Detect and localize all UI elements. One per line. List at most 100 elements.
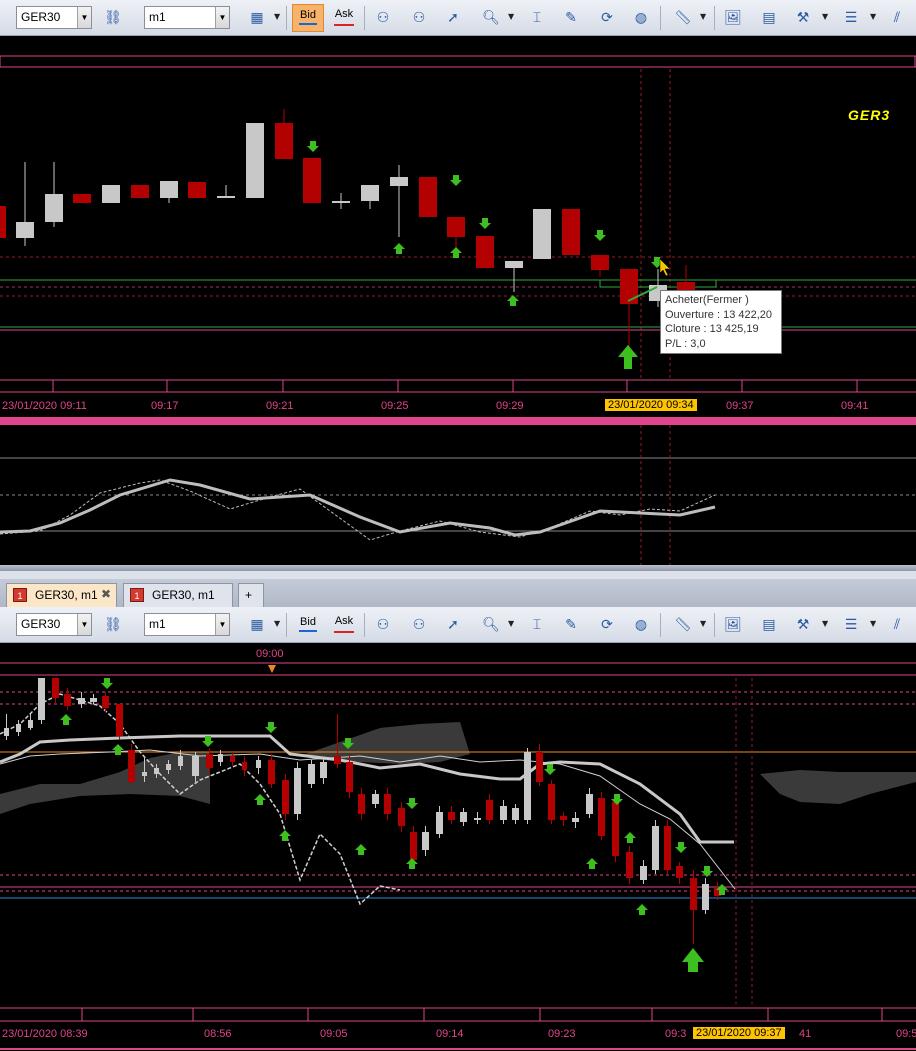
buy-arrow-icon	[254, 794, 266, 805]
globe-icon[interactable]: ◍	[628, 612, 654, 638]
drawing-tools-icon[interactable]: ⚒	[790, 612, 816, 638]
cursor-icon[interactable]: ➚	[440, 612, 466, 638]
time-label: 09:25	[381, 400, 409, 412]
top-price-chart[interactable]: GER3 Acheter(Fermer ) Ouverture : 13 422…	[0, 37, 916, 419]
symbol-select[interactable]: GER30 ▼	[16, 6, 92, 29]
toolbar-divider	[286, 613, 287, 637]
ask-button[interactable]: Ask	[328, 611, 360, 639]
bull-candle	[38, 678, 45, 720]
add-tab-button[interactable]: +	[238, 583, 264, 607]
link-icon[interactable]: ⛓	[100, 612, 126, 638]
indicators-icon[interactable]: ☰	[838, 5, 864, 31]
chevron-down-icon[interactable]: ▼	[508, 12, 514, 21]
toolbar-divider	[660, 6, 661, 30]
bull-candle	[436, 812, 443, 834]
chevron-down-icon[interactable]: ▼	[274, 12, 280, 21]
chevron-down-icon[interactable]: ▼	[822, 619, 828, 628]
bull-candle	[28, 720, 33, 728]
top-signal-arrows	[307, 141, 663, 306]
bear-candle	[560, 816, 567, 820]
bull-candle	[78, 698, 85, 704]
sell-order-icon[interactable]: ⚇	[406, 612, 432, 638]
bear-candle	[676, 866, 683, 878]
refresh-icon[interactable]: ⟳	[594, 612, 620, 638]
sell-arrow-icon	[594, 230, 606, 241]
image-icon[interactable]: 🖼︎	[720, 5, 746, 31]
indicators-icon[interactable]: ☰	[838, 612, 864, 638]
chevron-down-icon[interactable]: ▼	[870, 12, 876, 21]
plus-icon: +	[245, 588, 253, 602]
bid-label: Bid	[300, 616, 316, 628]
bear-candle	[448, 812, 455, 820]
bear-candle	[206, 754, 213, 768]
bear-candle	[131, 185, 149, 198]
bear-candle	[620, 269, 638, 304]
chevron-down-icon[interactable]: ▼	[274, 619, 280, 628]
timeframe-select[interactable]: m1 ▼	[144, 613, 230, 636]
chart-tab-icon: 1	[130, 588, 144, 602]
zoom-icon[interactable]: 🔍︎	[478, 612, 504, 638]
fibonacci-icon[interactable]: ⫽	[884, 612, 910, 638]
chevron-down-icon[interactable]: ▼	[870, 619, 876, 628]
bid-button[interactable]: Bid	[292, 4, 324, 32]
sell-order-icon[interactable]: ⚇	[406, 5, 432, 31]
window-gap	[0, 571, 916, 579]
bull-candle	[640, 866, 647, 880]
buy-arrow-icon	[450, 247, 462, 258]
cursor-icon[interactable]: ➚	[440, 5, 466, 31]
ruler-icon[interactable]: 📏︎	[670, 612, 696, 638]
close-icon[interactable]: ✖	[101, 587, 111, 601]
chevron-down-icon[interactable]: ▼	[700, 619, 706, 628]
tooltip-pl: P/L : 3,0	[665, 337, 706, 350]
buy-arrow-icon	[279, 830, 291, 841]
bull-candle	[16, 724, 21, 732]
buy-order-icon[interactable]: ⚇	[370, 612, 396, 638]
chevron-down-icon[interactable]: ▼	[822, 12, 828, 21]
tab-ger30-m1-active[interactable]: 1 GER30, m1 ✖	[6, 583, 117, 607]
bottom-price-chart[interactable]: 09:00 23/01/2020 08:39 08:56 09:05 09:14…	[0, 644, 916, 1051]
bull-candle	[166, 764, 171, 770]
chevron-down-icon[interactable]: ▼	[700, 12, 706, 21]
bear-candle	[384, 794, 391, 814]
zoom-icon[interactable]: 🔍︎	[478, 5, 504, 31]
template-icon[interactable]: ▤	[756, 5, 782, 31]
sell-arrow-icon	[544, 764, 556, 775]
drawing-tools-icon[interactable]: ⚒	[790, 5, 816, 31]
tab-ger30-m1[interactable]: 1 GER30, m1	[123, 583, 233, 607]
link-icon[interactable]: ⛓	[100, 5, 126, 31]
bear-candle	[612, 802, 619, 856]
crosshair-icon[interactable]: ⌶	[524, 5, 550, 31]
bear-candle	[0, 206, 6, 238]
edit-icon[interactable]: ✎	[558, 5, 584, 31]
bull-candle	[218, 754, 223, 762]
symbol-select[interactable]: GER30 ▼	[16, 613, 92, 636]
bear-candle	[419, 177, 437, 217]
symbol-value: GER30	[21, 617, 61, 631]
chart-type-icon[interactable]: ▦	[244, 612, 270, 638]
bull-candle	[505, 261, 523, 268]
oscillator-panel[interactable]	[0, 425, 916, 565]
bull-candle	[4, 728, 9, 736]
buy-order-icon[interactable]: ⚇	[370, 5, 396, 31]
chevron-down-icon[interactable]: ▼	[508, 619, 514, 628]
bear-candle	[410, 832, 417, 860]
crosshair-icon[interactable]: ⌶	[524, 612, 550, 638]
bear-candle	[591, 255, 609, 270]
bull-candle	[246, 123, 264, 198]
image-icon[interactable]: 🖼︎	[720, 612, 746, 638]
timeframe-select[interactable]: m1 ▼	[144, 6, 230, 29]
globe-icon[interactable]: ◍	[628, 5, 654, 31]
sell-arrow-icon	[101, 678, 113, 689]
refresh-icon[interactable]: ⟳	[594, 5, 620, 31]
bid-button[interactable]: Bid	[292, 611, 324, 639]
chart-type-icon[interactable]: ▦	[244, 5, 270, 31]
bull-candle	[533, 209, 551, 259]
ask-button[interactable]: Ask	[328, 4, 360, 32]
edit-icon[interactable]: ✎	[558, 612, 584, 638]
bull-candle	[652, 826, 659, 870]
bear-candle	[598, 798, 605, 836]
fibonacci-icon[interactable]: ⫽	[884, 5, 910, 31]
ruler-icon[interactable]: 📏︎	[670, 5, 696, 31]
template-icon[interactable]: ▤	[756, 612, 782, 638]
bull-candle	[142, 772, 147, 776]
